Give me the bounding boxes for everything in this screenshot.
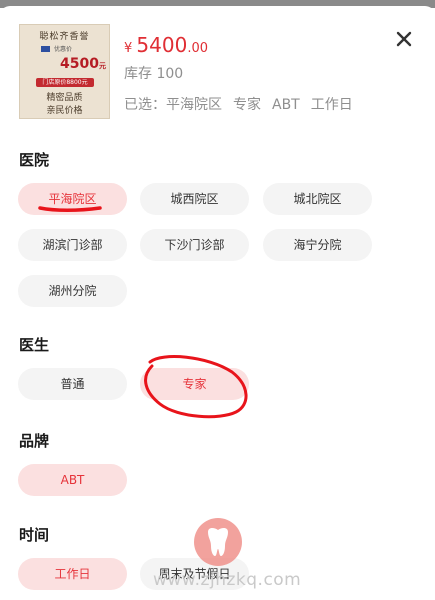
price-integer: 5400 <box>136 33 188 57</box>
product-header: 聪松齐香誉 优惠价 4500元 门店原价8800元 精密品质 亲民价格 ¥ 54… <box>0 6 435 126</box>
selected-label: 已选： <box>124 97 166 113</box>
price-symbol: ¥ <box>124 41 133 56</box>
section-title-doctor: 医生 <box>19 336 50 354</box>
option-doctor-expert[interactable]: 专家 <box>140 368 249 400</box>
close-icon <box>396 31 412 47</box>
option-hospital-chengxi[interactable]: 城西院区 <box>140 183 249 215</box>
option-hospital-huzhou[interactable]: 湖州分院 <box>18 275 127 307</box>
option-time-weekday[interactable]: 工作日 <box>18 558 127 590</box>
flag-icon <box>41 46 50 52</box>
watermark-text: www.zjhzkq.com <box>153 570 302 590</box>
option-hospital-hubin[interactable]: 湖滨门诊部 <box>18 229 127 261</box>
option-brand-abt[interactable]: ABT <box>18 464 127 496</box>
watermark-logo <box>194 518 242 566</box>
tooth-icon <box>208 527 228 556</box>
selected-value: 专家 <box>233 97 261 113</box>
option-hospital-pinghai[interactable]: 平海院区 <box>18 183 127 215</box>
section-title-hospital: 医院 <box>19 151 50 169</box>
option-doctor-regular[interactable]: 普通 <box>18 368 127 400</box>
selected-value: 平海院区 <box>166 97 222 113</box>
product-thumbnail: 聪松齐香誉 优惠价 4500元 门店原价8800元 精密品质 亲民价格 <box>19 24 110 119</box>
section-title-brand: 品牌 <box>19 432 50 450</box>
selected-value: 工作日 <box>310 97 353 113</box>
option-hospital-haining[interactable]: 海宁分院 <box>263 229 372 261</box>
price-decimal: .00 <box>187 41 209 56</box>
thumbnail-price: 4500元 <box>60 56 106 72</box>
option-hospital-chengbei[interactable]: 城北院区 <box>263 183 372 215</box>
option-hospital-xiasha[interactable]: 下沙门诊部 <box>140 229 249 261</box>
product-price: ¥ 5400.00 <box>124 33 208 57</box>
stock-count: 库存 100 <box>124 66 184 82</box>
section-title-time: 时间 <box>19 526 50 544</box>
selected-summary: 已选：平海院区 专家 ABT 工作日 <box>124 94 364 114</box>
thumbnail-slogan-1: 精密品质 <box>46 93 83 103</box>
thumbnail-title: 聪松齐香誉 <box>39 32 90 42</box>
close-button[interactable] <box>393 28 415 50</box>
thumbnail-slogan-2: 亲民价格 <box>46 106 83 116</box>
sku-selector-sheet: 聪松齐香誉 优惠价 4500元 门店原价8800元 精密品质 亲民价格 ¥ 54… <box>0 6 435 600</box>
thumbnail-subtitle: 优惠价 <box>54 46 73 53</box>
selected-value: ABT <box>272 97 300 113</box>
thumbnail-tag: 门店原价8800元 <box>36 78 94 87</box>
